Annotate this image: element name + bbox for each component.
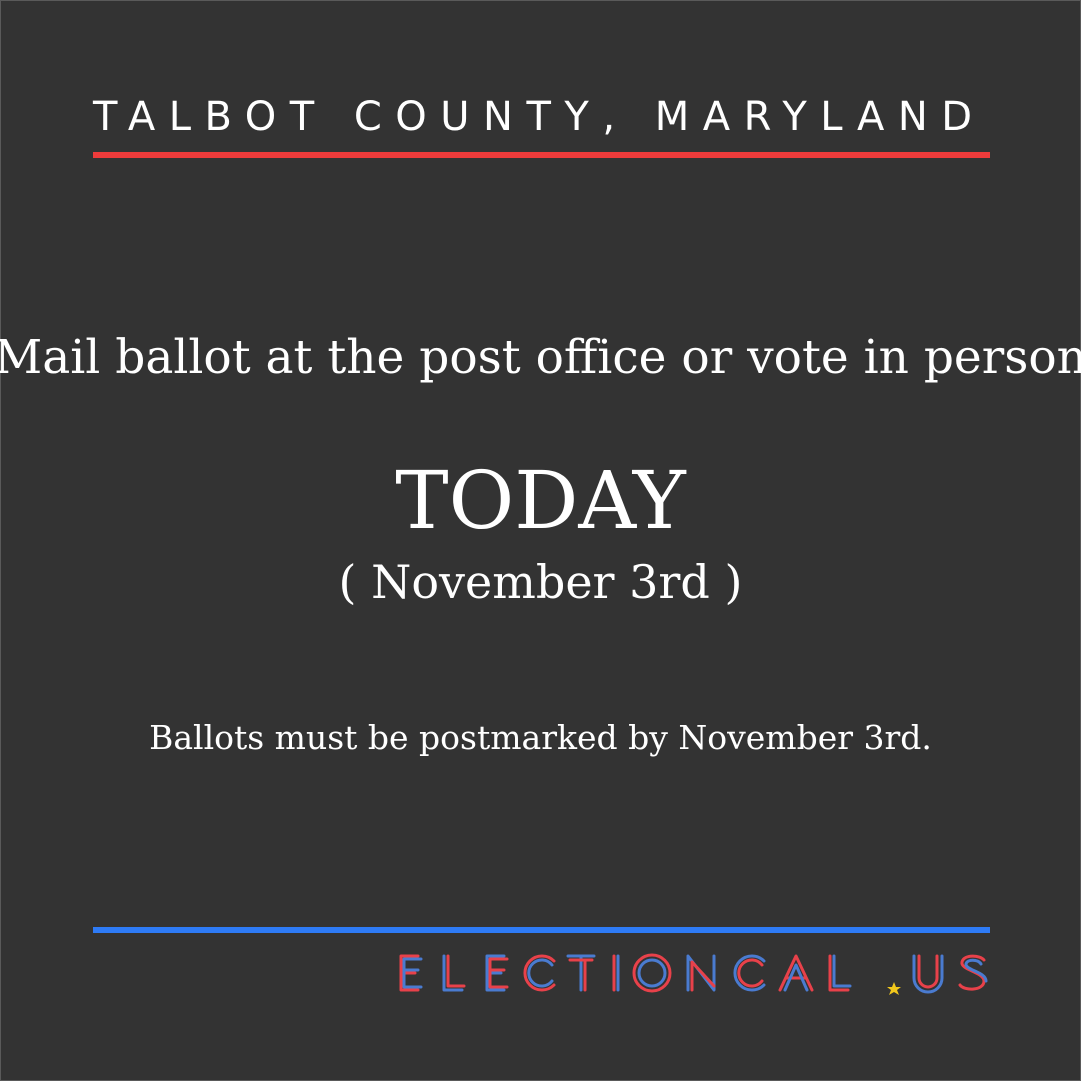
instruction-text: Mail ballot at the post office or vote i… [0, 330, 1081, 385]
electioncal-logo [399, 953, 988, 995]
headline-today: TODAY [395, 454, 686, 547]
county-title: TALBOT COUNTY, MARYLAND [93, 94, 986, 140]
postmark-note: Ballots must be postmarked by November 3… [149, 718, 932, 757]
star-icon [887, 982, 901, 995]
bottom-divider [93, 927, 990, 933]
date-text: ( November 3rd ) [338, 555, 743, 609]
top-divider [93, 152, 990, 158]
